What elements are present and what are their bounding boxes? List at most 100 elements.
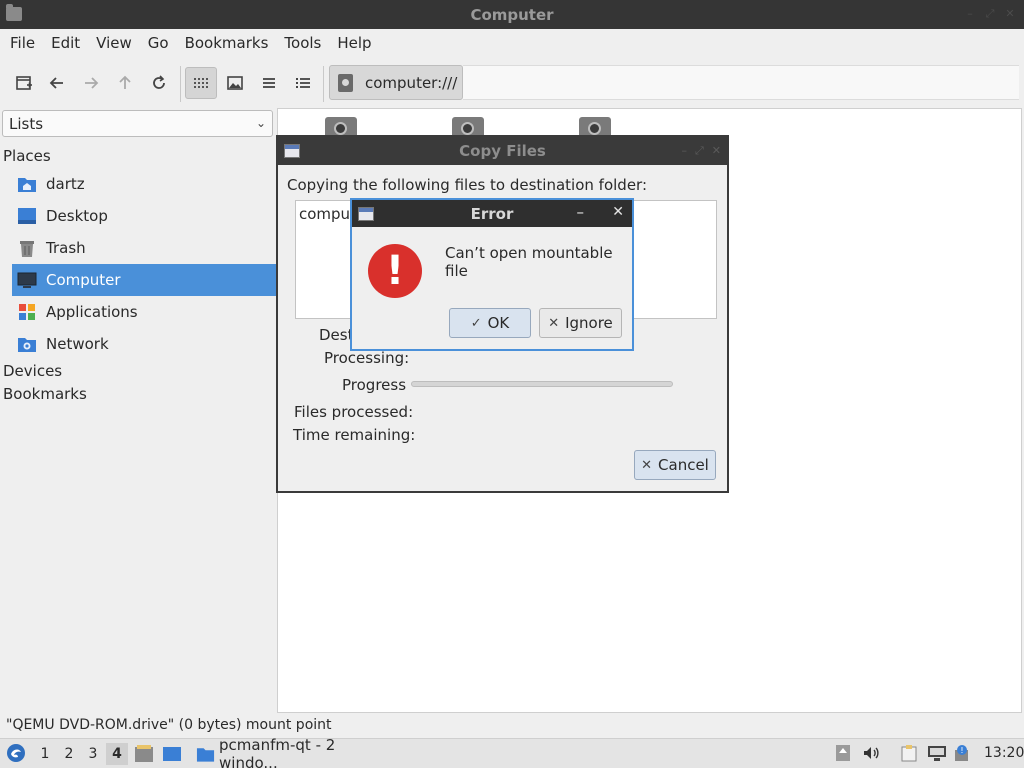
minimize-icon[interactable]: – xyxy=(681,144,687,158)
icon-view-button[interactable] xyxy=(185,67,217,99)
drive-icon[interactable] xyxy=(452,117,484,137)
back-button[interactable] xyxy=(41,67,73,99)
files-processed-label: Files processed: xyxy=(294,403,414,421)
toolbar-separator xyxy=(180,66,181,102)
path-text: computer:/// xyxy=(365,73,458,92)
up-button[interactable] xyxy=(109,67,141,99)
close-icon: ✕ xyxy=(548,315,560,331)
svg-text:!: ! xyxy=(960,746,963,755)
drive-icon[interactable] xyxy=(579,117,611,137)
new-tab-icon xyxy=(16,76,32,90)
desktop-launcher-icon[interactable] xyxy=(162,744,182,762)
sidebar-item-trash[interactable]: Trash xyxy=(12,232,276,264)
trash-icon xyxy=(17,238,37,258)
detailed-list-button[interactable] xyxy=(287,67,319,99)
drive-icon[interactable] xyxy=(325,117,357,137)
arrow-right-icon xyxy=(85,77,99,89)
menu-view[interactable]: View xyxy=(88,34,140,52)
sidebar: Lists ⌄ Places dartz Desktop Trash Compu… xyxy=(0,108,276,713)
compact-view-button[interactable] xyxy=(253,67,285,99)
error-dialog: Error – ✕ ! Can’t open mountable file ✓ … xyxy=(350,198,634,351)
sidebar-item-applications[interactable]: Applications xyxy=(12,296,276,328)
cancel-button[interactable]: ✕ Cancel xyxy=(634,450,716,480)
workspace-4[interactable]: 4 xyxy=(106,743,128,765)
workspace-1[interactable]: 1 xyxy=(34,743,56,765)
ok-button[interactable]: ✓ OK xyxy=(449,308,531,338)
maximize-icon[interactable]: ⤢ xyxy=(984,8,996,20)
minimize-icon[interactable]: – xyxy=(964,8,976,20)
menu-edit[interactable]: Edit xyxy=(43,34,88,52)
network-status-icon[interactable] xyxy=(927,744,947,762)
processing-label: Processing: xyxy=(324,349,410,367)
clipboard-icon[interactable] xyxy=(900,744,918,762)
workspace-2[interactable]: 2 xyxy=(58,743,80,765)
compact-list-icon xyxy=(263,78,275,88)
applications-icon xyxy=(17,302,37,322)
close-icon[interactable]: ✕ xyxy=(1004,8,1016,20)
sidebar-item-computer[interactable]: Computer xyxy=(12,264,276,296)
error-icon: ! xyxy=(368,244,422,298)
task-button-pcmanfm[interactable]: pcmanfm-qt - 2 windo... xyxy=(190,736,390,768)
home-folder-icon xyxy=(17,174,37,194)
toolbar: computer:/// xyxy=(0,58,1024,106)
workspace-3[interactable]: 3 xyxy=(82,743,104,765)
file-manager-launcher-icon[interactable] xyxy=(134,744,154,762)
clock[interactable]: 13:20 xyxy=(984,745,1024,761)
arrow-up-icon xyxy=(119,75,131,89)
menu-bookmarks[interactable]: Bookmarks xyxy=(177,34,277,52)
status-bar: "QEMU DVD-ROM.drive" (0 bytes) mount poi… xyxy=(6,717,332,733)
check-icon: ✓ xyxy=(470,315,482,331)
sidebar-item-label: dartz xyxy=(46,175,85,193)
toolbar-separator xyxy=(323,66,324,102)
progress-bar xyxy=(411,381,673,387)
thumbnail-view-button[interactable] xyxy=(219,67,251,99)
update-notifier-icon[interactable]: ! xyxy=(953,744,971,762)
sidebar-item-label: Trash xyxy=(46,239,86,257)
bookmarks-heading[interactable]: Bookmarks xyxy=(3,385,87,403)
dialog-title: Copy Files xyxy=(459,142,546,160)
menu-file[interactable]: File xyxy=(2,34,43,52)
volume-icon[interactable] xyxy=(862,744,880,762)
grid-icon xyxy=(194,78,208,88)
close-icon: ✕ xyxy=(641,457,653,473)
sidebar-item-desktop[interactable]: Desktop xyxy=(12,200,276,232)
places-heading[interactable]: Places xyxy=(3,147,51,165)
menu-bar: File Edit View Go Bookmarks Tools Help xyxy=(0,29,1024,57)
menu-help[interactable]: Help xyxy=(329,34,379,52)
image-icon xyxy=(227,76,243,90)
sidebar-item-label: Computer xyxy=(46,271,121,289)
dialog-titlebar[interactable]: Copy Files – ⤢ ✕ xyxy=(278,137,727,165)
destination-label: Dest xyxy=(319,326,354,344)
menu-go[interactable]: Go xyxy=(140,34,177,52)
new-tab-button[interactable] xyxy=(8,67,40,99)
close-icon[interactable]: ✕ xyxy=(712,144,721,158)
window-titlebar[interactable]: Computer – ⤢ ✕ xyxy=(0,0,1024,29)
sidebar-mode-select[interactable]: Lists ⌄ xyxy=(2,110,273,137)
list-item[interactable]: comput xyxy=(299,205,356,223)
forward-button[interactable] xyxy=(75,67,107,99)
error-message: Can’t open mountable file xyxy=(445,244,613,280)
cancel-label: Cancel xyxy=(658,456,709,474)
chevron-down-icon: ⌄ xyxy=(255,116,266,130)
dialog-titlebar[interactable]: Error – ✕ xyxy=(352,200,632,227)
reload-button[interactable] xyxy=(143,67,175,99)
devices-heading[interactable]: Devices xyxy=(3,362,62,380)
minimize-icon[interactable]: – xyxy=(577,203,585,221)
start-menu-icon[interactable] xyxy=(6,743,26,763)
dialog-title: Error xyxy=(470,205,514,223)
detailed-list-icon xyxy=(296,78,310,88)
task-label: pcmanfm-qt - 2 windo... xyxy=(219,736,336,768)
removable-media-icon[interactable] xyxy=(834,744,852,762)
ok-label: OK xyxy=(487,314,510,332)
copy-heading: Copying the following files to destinati… xyxy=(287,176,647,194)
path-button[interactable]: computer:/// xyxy=(329,65,463,100)
sidebar-item-label: Network xyxy=(46,335,109,353)
close-icon[interactable]: ✕ xyxy=(612,204,624,220)
menu-tools[interactable]: Tools xyxy=(276,34,329,52)
window-title: Computer xyxy=(470,6,554,24)
sidebar-item-dartz[interactable]: dartz xyxy=(12,168,276,200)
path-bar-area[interactable] xyxy=(463,65,1019,100)
maximize-icon[interactable]: ⤢ xyxy=(695,144,704,158)
ignore-button[interactable]: ✕ Ignore xyxy=(539,308,622,338)
sidebar-item-network[interactable]: Network xyxy=(12,328,276,360)
